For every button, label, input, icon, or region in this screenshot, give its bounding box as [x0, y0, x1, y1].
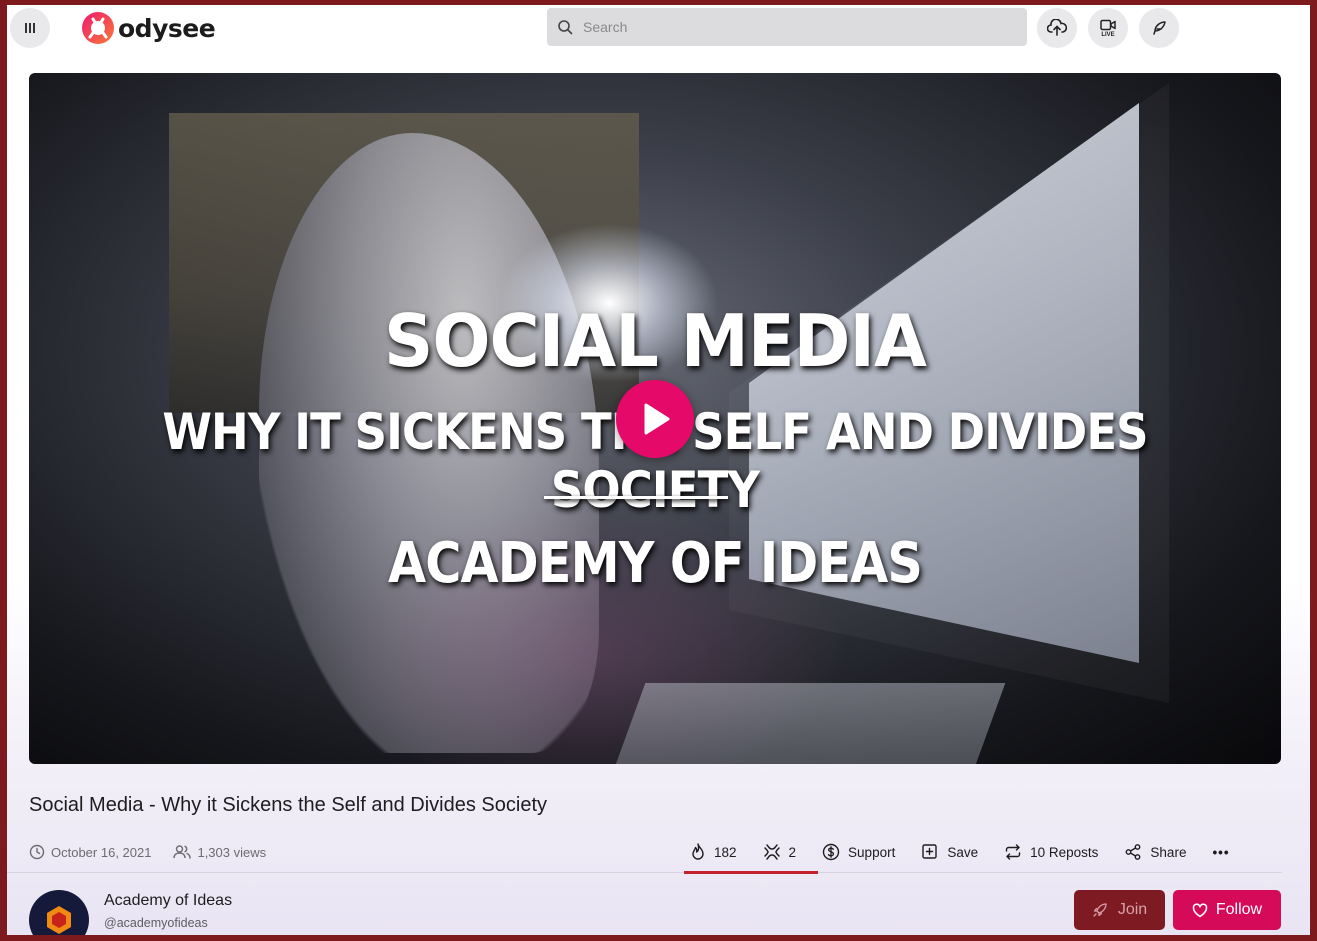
video-title: Social Media - Why it Sickens the Self a…: [29, 794, 547, 816]
channel-handle[interactable]: @academyofideas: [104, 916, 208, 930]
search-bar[interactable]: [547, 8, 1027, 46]
publish-button[interactable]: [1139, 8, 1179, 48]
play-icon: [644, 403, 670, 435]
odysee-logo[interactable]: odysee: [81, 10, 216, 46]
play-button[interactable]: [616, 380, 694, 458]
follow-button[interactable]: Follow: [1173, 890, 1281, 930]
video-player[interactable]: SOCIAL MEDIA WHY IT SICKENS THE SELF AND…: [29, 73, 1281, 764]
dollar-circle-icon: [822, 843, 840, 861]
clock-icon: [29, 844, 45, 860]
support-label: Support: [848, 844, 896, 860]
channel-name[interactable]: Academy of Ideas: [104, 892, 232, 910]
thumbnail-keyboard-art: [612, 683, 1006, 764]
join-button[interactable]: Join: [1074, 890, 1165, 930]
channel-avatar[interactable]: [29, 890, 89, 935]
thumbnail-channel: ACADEMY OF IDEAS: [387, 531, 923, 596]
share-label: Share: [1150, 844, 1187, 860]
logo-wordmark: odysee: [118, 13, 216, 43]
slime-reaction-button[interactable]: 2: [763, 843, 797, 861]
menu-button[interactable]: [10, 8, 50, 48]
page: odysee LIVE SOCIAL MEDIA: [7, 5, 1310, 935]
fire-reaction-button[interactable]: 182: [690, 843, 737, 861]
upload-button[interactable]: [1037, 8, 1077, 48]
heart-icon: [1192, 902, 1208, 917]
action-divider: [7, 872, 1282, 873]
repost-button[interactable]: 10 Reposts: [1004, 843, 1098, 861]
slime-icon: [763, 844, 780, 860]
users-icon: [173, 845, 192, 859]
reaction-ratio-bar: [684, 871, 818, 874]
more-options-button[interactable]: •••: [1212, 845, 1229, 860]
feather-icon: [1153, 21, 1166, 35]
hexagon-logo-icon: [47, 906, 71, 934]
action-bar: 182 2 Support Save 10 Reposts Share •••: [690, 843, 1230, 861]
cloud-upload-icon: [1047, 19, 1067, 36]
more-icon: •••: [1212, 844, 1230, 860]
go-live-button[interactable]: LIVE: [1088, 8, 1128, 48]
search-input[interactable]: [583, 19, 1003, 35]
publish-date: October 16, 2021: [51, 844, 152, 860]
thumbnail-divider: [544, 496, 728, 499]
save-label: Save: [947, 844, 979, 860]
repost-icon: [1005, 844, 1021, 860]
odysee-logo-icon: [82, 12, 114, 44]
share-icon: [1126, 844, 1141, 860]
video-camera-icon: [1100, 19, 1116, 30]
follow-label: Follow: [1215, 901, 1263, 918]
rocket-icon: [1093, 903, 1107, 917]
join-label: Join: [1117, 901, 1148, 918]
hamburger-icon: [25, 23, 35, 33]
search-icon: [558, 20, 573, 35]
live-label: LIVE: [1101, 31, 1115, 38]
thumbnail-title: SOCIAL MEDIA: [384, 299, 927, 383]
video-meta: October 16, 2021 1,303 views: [29, 844, 266, 860]
fire-count: 182: [714, 844, 737, 860]
share-button[interactable]: Share: [1124, 843, 1186, 861]
add-to-list-icon: [922, 844, 938, 859]
view-count: 1,303 views: [197, 844, 267, 860]
save-button[interactable]: Save: [921, 843, 978, 861]
fire-icon: [692, 843, 704, 860]
repost-label: 10 Reposts: [1030, 844, 1099, 860]
slime-count: 2: [788, 844, 797, 860]
support-button[interactable]: Support: [822, 843, 895, 861]
